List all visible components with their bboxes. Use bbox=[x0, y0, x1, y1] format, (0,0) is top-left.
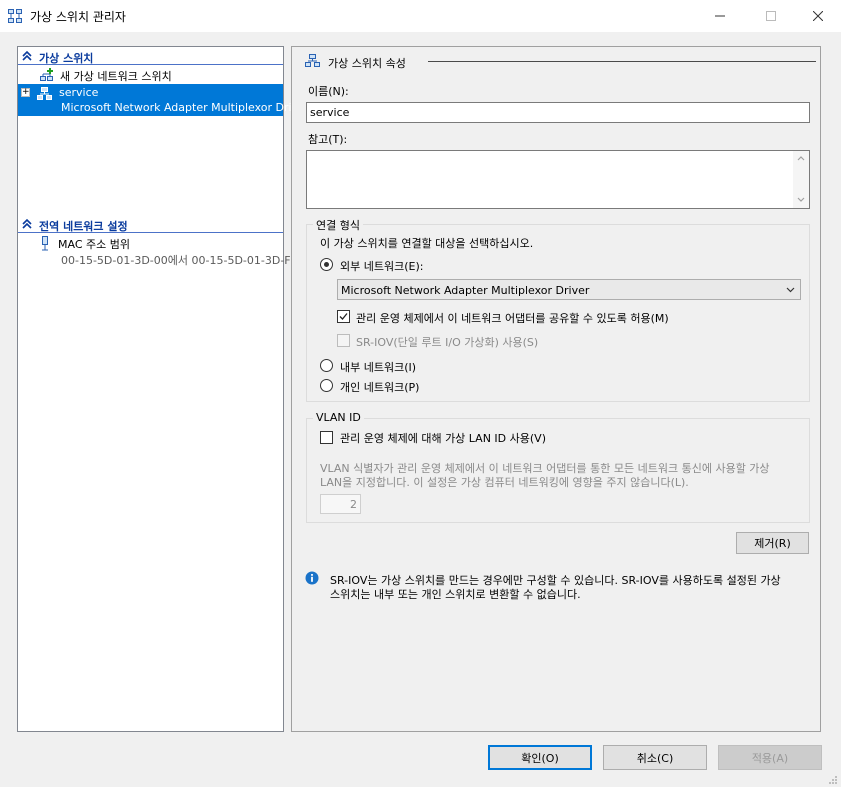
navigation-pane: 가상 스위치 새 가상 네트워크 스위치 + service Microsoft… bbox=[17, 46, 309, 732]
title-bar: 가상 스위치 관리자 bbox=[0, 0, 841, 32]
expand-plus-icon: + bbox=[22, 87, 30, 97]
internal-network-radio[interactable] bbox=[320, 359, 333, 372]
global-network-settings-section[interactable]: 전역 네트워크 설정 bbox=[18, 217, 283, 233]
network-adapter-icon bbox=[42, 236, 48, 251]
vlan-enable-label: 관리 운영 체제에 대해 가상 LAN ID 사용(V) bbox=[340, 432, 546, 445]
remove-button-label: 제거(R) bbox=[754, 537, 791, 550]
private-network-label: 개인 네트워크(P) bbox=[340, 381, 420, 394]
collapse-chevron-icon bbox=[22, 50, 32, 61]
vlan-enable-checkbox[interactable] bbox=[320, 431, 333, 444]
connection-type-title: 연결 형식 bbox=[313, 217, 363, 233]
info-line2: 스위치는 내부 또는 개인 스위치로 변환할 수 없습니다. bbox=[330, 588, 581, 601]
vlan-id-title: VLAN ID bbox=[313, 411, 364, 424]
properties-header: 가상 스위치 속성 bbox=[328, 57, 406, 70]
private-network-radio[interactable] bbox=[320, 379, 333, 392]
internal-network-label: 내부 네트워크(I) bbox=[340, 361, 417, 374]
maximize-button[interactable] bbox=[748, 0, 794, 32]
switch-adapter: Microsoft Network Adapter Multiplexor Dr… bbox=[61, 101, 310, 114]
sriov-checkbox[interactable] bbox=[337, 334, 350, 347]
close-icon bbox=[813, 11, 823, 21]
resize-grip[interactable] bbox=[828, 775, 838, 785]
scroll-down-icon[interactable] bbox=[797, 197, 805, 203]
vlan-id-group: VLAN ID 관리 운영 체제에 대해 가상 LAN ID 사용(V) VLA… bbox=[306, 411, 810, 523]
chevron-down-icon bbox=[786, 287, 795, 293]
new-network-switch-icon bbox=[40, 68, 53, 81]
name-label: 이름(N): bbox=[308, 85, 349, 98]
ok-button-label: 확인(O) bbox=[521, 751, 559, 765]
close-button[interactable] bbox=[795, 0, 841, 32]
network-switch-icon bbox=[37, 87, 52, 100]
virtual-switch-manager-icon bbox=[8, 9, 22, 23]
new-switch-label: 새 가상 네트워크 스위치 bbox=[60, 70, 172, 83]
external-network-radio[interactable] bbox=[320, 258, 333, 271]
switch-properties-pane: 가상 스위치 속성 이름(N): service 참고(T): 연결 형식 이 … bbox=[291, 46, 821, 732]
virtual-switches-header: 가상 스위치 bbox=[39, 52, 94, 65]
mac-range-label: MAC 주소 범위 bbox=[58, 238, 130, 251]
scroll-up-icon[interactable] bbox=[797, 155, 805, 161]
name-value: service bbox=[310, 106, 350, 119]
remove-button[interactable]: 제거(R) bbox=[736, 532, 809, 554]
notes-scrollbar[interactable] bbox=[793, 151, 809, 208]
cancel-button[interactable]: 취소(C) bbox=[603, 745, 707, 770]
minimize-icon bbox=[715, 15, 725, 17]
external-adapter-value: Microsoft Network Adapter Multiplexor Dr… bbox=[341, 284, 590, 297]
mac-address-range-item[interactable]: MAC 주소 범위 00-15-5D-01-3D-00에서 00-15-5D-0… bbox=[18, 235, 297, 269]
cancel-button-label: 취소(C) bbox=[636, 751, 674, 765]
maximize-icon bbox=[766, 11, 776, 21]
name-field[interactable]: service bbox=[306, 102, 810, 123]
switch-name: service bbox=[59, 86, 99, 99]
vlan-id-input[interactable]: 2 bbox=[320, 494, 361, 514]
window-title: 가상 스위치 관리자 bbox=[30, 10, 126, 24]
share-adapter-checkbox[interactable] bbox=[337, 310, 350, 323]
apply-button[interactable]: 적용(A) bbox=[718, 745, 822, 770]
switch-item-service[interactable]: + service Microsoft Network Adapter Mult… bbox=[18, 84, 309, 116]
external-adapter-select[interactable]: Microsoft Network Adapter Multiplexor Dr… bbox=[337, 279, 801, 300]
header-divider bbox=[428, 61, 816, 62]
resize-grip-icon bbox=[829, 776, 837, 784]
global-network-header: 전역 네트워크 설정 bbox=[39, 220, 128, 233]
vlan-id-value: 2 bbox=[350, 498, 357, 511]
new-virtual-switch-item[interactable]: 새 가상 네트워크 스위치 bbox=[18, 66, 283, 84]
minimize-button[interactable] bbox=[697, 0, 743, 32]
mac-range-value: 00-15-5D-01-3D-00에서 00-15-5D-01-3D-FF bbox=[61, 254, 297, 267]
ok-button[interactable]: 확인(O) bbox=[488, 745, 592, 770]
sriov-label: SR-IOV(단일 루트 I/O 가상화) 사용(S) bbox=[356, 336, 539, 349]
share-adapter-label: 관리 운영 체제에서 이 네트워크 어댑터를 공유할 수 있도록 허용(M) bbox=[356, 312, 669, 325]
connection-description: 이 가상 스위치를 연결할 대상을 선택하십시오. bbox=[320, 237, 534, 250]
notes-field[interactable] bbox=[306, 150, 810, 209]
external-network-label: 외부 네트워크(E): bbox=[340, 260, 424, 273]
info-icon bbox=[305, 571, 319, 585]
expand-toggle[interactable]: + bbox=[21, 88, 30, 97]
connection-type-group: 연결 형식 이 가상 스위치를 연결할 대상을 선택하십시오. 외부 네트워크(… bbox=[306, 217, 810, 402]
virtual-switches-section[interactable]: 가상 스위치 bbox=[18, 49, 283, 65]
network-switch-icon bbox=[305, 54, 320, 67]
notes-label: 참고(T): bbox=[308, 133, 348, 146]
apply-button-label: 적용(A) bbox=[751, 751, 789, 765]
vlan-description-line2: LAN을 지정합니다. 이 설정은 가상 컴퓨터 네트워킹에 영향을 주지 않습… bbox=[320, 476, 689, 489]
collapse-chevron-icon bbox=[22, 218, 32, 229]
checkmark-icon bbox=[339, 313, 348, 320]
